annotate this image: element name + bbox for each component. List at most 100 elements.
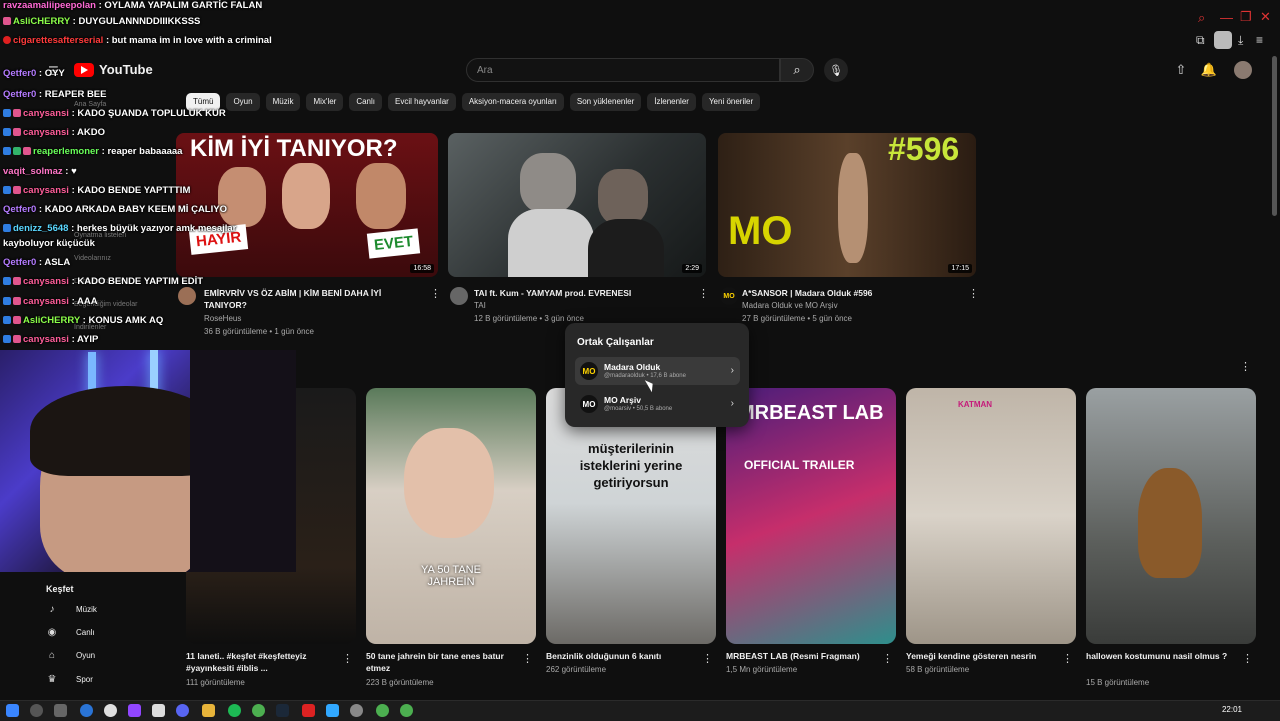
discord-icon[interactable] — [176, 704, 189, 717]
chat-username[interactable]: denizz_5648 — [13, 223, 68, 234]
scrollbar[interactable] — [1272, 56, 1277, 216]
sidebar-item-music[interactable]: ♪ Müzik — [46, 604, 97, 615]
chat-username[interactable]: canysansi — [23, 334, 69, 345]
channel-name[interactable]: TAI — [474, 300, 486, 312]
chat-username[interactable]: ravzaamaliipeepolan — [3, 0, 96, 11]
extensions-icon[interactable]: ⧉ — [1196, 33, 1205, 48]
chat-username[interactable]: canysansi — [23, 296, 69, 307]
close-icon[interactable]: ✕ — [1260, 9, 1271, 25]
more-vert-icon[interactable]: ⋮ — [430, 287, 441, 300]
short-title[interactable]: Benzinlik olduğunun 6 kanıtı — [546, 650, 694, 662]
chat-username[interactable]: canysansi — [23, 108, 69, 119]
profile-icon[interactable] — [1214, 31, 1232, 49]
video-thumbnail[interactable]: 2:29 — [448, 133, 706, 277]
collaborator-item[interactable]: MO Madara Olduk @madaraolduk • 17,6 B ab… — [575, 357, 740, 385]
chat-username[interactable]: cigarettesafterserial — [13, 35, 103, 46]
more-vert-icon[interactable]: ⋮ — [1062, 652, 1073, 665]
search-button[interactable]: ⌕ — [780, 58, 814, 82]
chat-username[interactable]: canysansi — [23, 127, 69, 138]
chrome-icon[interactable] — [400, 704, 413, 717]
windows-start-icon[interactable] — [6, 704, 19, 717]
short-thumbnail[interactable]: MRBEAST LAB OFFICIAL TRAILER — [726, 388, 896, 644]
chip[interactable]: Son yüklenenler — [569, 93, 642, 111]
video-title[interactable]: A*SANSOR | Madara Olduk #596 — [742, 287, 962, 299]
sidebar-item-sports[interactable]: ♛ Spor — [46, 674, 93, 685]
search-icon[interactable] — [30, 704, 43, 717]
folder-icon[interactable] — [202, 704, 215, 717]
steam-icon[interactable] — [276, 704, 289, 717]
short-thumbnail[interactable]: YA 50 TANE JAHREİN — [366, 388, 536, 644]
chip[interactable]: İzlenenler — [647, 93, 696, 111]
short-title[interactable]: MRBEAST LAB (Resmi Fragman) — [726, 650, 874, 662]
youtube-logo[interactable]: YouTube — [74, 62, 153, 77]
voice-search-button[interactable]: 🎙 — [824, 58, 848, 82]
chip[interactable]: Oyun — [226, 93, 260, 111]
more-vert-icon[interactable]: ⋮ — [698, 287, 709, 300]
avatar[interactable] — [1234, 61, 1252, 79]
task-view-icon[interactable] — [54, 704, 67, 717]
sidebar-faded-item[interactable]: Videolarınız — [74, 255, 111, 262]
chat-username[interactable]: vaqit_solmaz — [3, 166, 63, 177]
search-input[interactable]: Ara — [466, 58, 780, 82]
more-vert-icon[interactable]: ⋮ — [1242, 652, 1253, 665]
channel-avatar[interactable]: MO — [720, 287, 738, 305]
more-vert-icon[interactable]: ⋮ — [968, 287, 979, 300]
collaborator-item[interactable]: MO MO Arşiv @moarsiv • 50,5 B abone › — [575, 390, 740, 418]
app-icon[interactable] — [104, 704, 117, 717]
more-vert-icon[interactable]: ⋮ — [342, 652, 353, 665]
more-menu-icon[interactable]: ≡ — [1256, 33, 1263, 47]
chat-text: : REAPER BEE — [36, 89, 107, 100]
more-vert-icon[interactable]: ⋮ — [882, 652, 893, 665]
chat-username[interactable]: Qetfer0 — [3, 257, 36, 268]
chip[interactable]: Müzik — [265, 93, 301, 111]
chip[interactable]: Evcil hayvanlar — [388, 93, 456, 111]
app-icon[interactable] — [152, 704, 165, 717]
twitch-icon[interactable] — [128, 704, 141, 717]
spotify-icon[interactable] — [228, 704, 241, 717]
channel-avatar[interactable] — [178, 287, 196, 305]
chat-username[interactable]: canysansi — [23, 276, 69, 287]
sidebar-faded-item[interactable]: Ana Sayfa — [74, 101, 106, 108]
minimize-icon[interactable]: — — [1220, 10, 1233, 25]
video-title[interactable]: TAI ft. Kum - YAMYAM prod. EVRENESI — [474, 287, 694, 299]
sidebar-item-gaming[interactable]: ⌂ Oyun — [46, 650, 95, 661]
sidebar-item-live[interactable]: ◉ Canlı — [46, 627, 95, 638]
chat-username[interactable]: Qetfer0 — [3, 204, 36, 215]
chat-username[interactable]: canysansi — [23, 185, 69, 196]
video-title[interactable]: EMİRVRİV VS ÖZ ABİM | KİM BENİ DAHA İYİ … — [204, 287, 422, 311]
search-icon[interactable]: ⌕ — [1198, 10, 1205, 26]
more-vert-icon[interactable]: ⋮ — [702, 652, 713, 665]
chat-username[interactable]: Qetfer0 — [3, 68, 36, 79]
app-icon[interactable] — [350, 704, 363, 717]
video-thumbnail[interactable]: #596 MO 17:15 — [718, 133, 976, 277]
maximize-icon[interactable]: ❐ — [1240, 9, 1252, 25]
chrome-icon[interactable] — [376, 704, 389, 717]
channel-avatar[interactable] — [450, 287, 468, 305]
short-thumbnail[interactable]: KATMAN — [906, 388, 1076, 644]
channel-name[interactable]: RoseHeus — [204, 313, 241, 325]
channel-name[interactable]: Madara Olduk ve MO Arşiv — [742, 300, 838, 312]
short-title[interactable]: hallowen kostumunu nasil olmus ? — [1086, 650, 1234, 662]
chat-username[interactable]: AsliCHERRY — [13, 16, 70, 27]
chip[interactable]: Canlı — [349, 93, 383, 111]
upload-icon[interactable]: ⇧ — [1172, 61, 1190, 79]
chat-username[interactable]: AsliCHERRY — [23, 315, 80, 326]
chat-username[interactable]: Qetfer0 — [3, 89, 36, 100]
photoshop-icon[interactable] — [326, 704, 339, 717]
short-title[interactable]: Yemeği kendine gösteren nesrin — [906, 650, 1054, 662]
chrome-icon[interactable] — [252, 704, 265, 717]
shelf-more-icon[interactable]: ⋮ — [1240, 360, 1251, 373]
edge-icon[interactable] — [80, 704, 93, 717]
chip[interactable]: Yeni öneriler — [701, 93, 761, 111]
short-title[interactable]: 11 laneti.. #keşfet #keşfetteyiz #yayınk… — [186, 650, 334, 674]
short-title[interactable]: 50 tane jahrein bir tane enes batur etme… — [366, 650, 514, 674]
chat-username[interactable]: reaperlemoner — [33, 146, 99, 157]
bell-icon[interactable]: 🔔 — [1200, 61, 1218, 79]
chip[interactable]: Aksiyon-macera oyunları — [461, 93, 564, 111]
short-thumbnail[interactable] — [1086, 388, 1256, 644]
more-vert-icon[interactable]: ⋮ — [522, 652, 533, 665]
download-icon[interactable]: ⤓ — [1238, 33, 1243, 48]
app-icon[interactable] — [302, 704, 315, 717]
chat-text: : DUYGULANNNDDIIIKKSSS — [70, 16, 201, 27]
chip[interactable]: Mix'ler — [306, 93, 344, 111]
